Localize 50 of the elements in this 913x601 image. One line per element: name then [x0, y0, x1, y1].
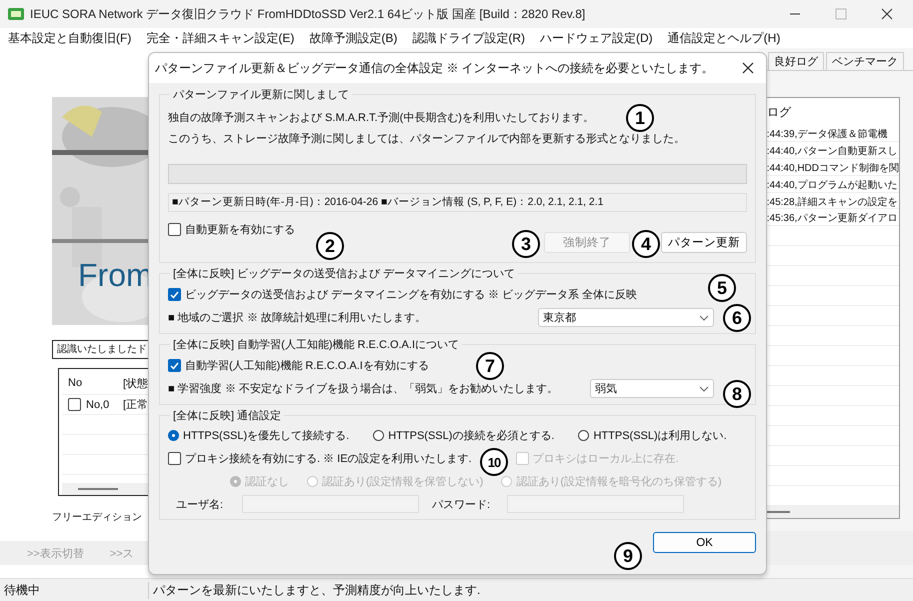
checkmark-icon	[169, 360, 180, 371]
password-label: パスワード:	[432, 498, 492, 512]
bigdata-checkbox[interactable]: ビッグデータの送受信および データマイニングを有効にする ※ ビッグデータ系 全体に反映	[168, 287, 638, 302]
chevron-down-icon	[699, 314, 709, 320]
group-title: パターンファイル更新に関しまして	[172, 88, 350, 102]
log-header: ログ	[766, 104, 792, 121]
chevron-down-icon	[699, 386, 709, 392]
ai-checkbox[interactable]: 自動学習(人工知能)機能 R.E.C.O.A.Iを有効にする	[168, 358, 429, 373]
https-radio[interactable]: HTTPS(SSL)を優先して接続する.	[168, 428, 350, 443]
https-radio[interactable]: HTTPS(SSL)の接続を必須とする.	[373, 428, 554, 443]
auto-update-checkbox[interactable]: 自動更新を有効にする	[168, 222, 295, 237]
menu-item[interactable]: 通信設定とヘルプ(H)	[668, 30, 780, 46]
tab[interactable]: ベンチマーク	[826, 52, 904, 70]
edition-label: フリーエディション	[52, 511, 143, 524]
version-info: ■パターン更新日時(年-月-日)：2016-04-26 ■バージョン情報 (S, P, F, E)：2.0, 2.1, 2.1, 2.1	[168, 193, 747, 212]
status-message: パターンを最新にいたしますと、予測精度が向上いたします.	[152, 582, 480, 599]
https-radio[interactable]: HTTPS(SSL)は利用しない.	[578, 428, 727, 443]
checkmark-icon	[169, 289, 180, 300]
region-label: ■ 地域のご選択 ※ 故障統計処理に利用いたします。	[168, 310, 426, 325]
ok-button[interactable]: OK	[653, 532, 756, 553]
column-header: No	[67, 377, 84, 389]
strength-dropdown[interactable]: 弱気	[590, 379, 714, 398]
scrollbar[interactable]	[62, 483, 148, 495]
dialog-title: パターンファイル更新＆ビッグデータ通信の全体設定 ※ インターネットへの接続を必要といたします。	[155, 60, 714, 76]
table-cell: No,0	[86, 398, 110, 410]
window-title: IEUC SORA Network データ復旧クラウド FromHDDtoSSD Ver2.1 64ビット版 国産 [Build：2820 Rev.8]	[30, 6, 586, 22]
pattern-update-button[interactable]: パターン更新	[661, 232, 747, 253]
username-label: ユーザ名:	[175, 498, 224, 512]
column-header: [状態	[122, 376, 148, 390]
group-title: [全体に反映] 通信設定	[172, 408, 282, 423]
strength-label: ■ 学習強度 ※ 不安定なドライブを扱う場合は、「弱気」をお勧めいたします。	[168, 382, 558, 396]
menu-item[interactable]: 完全・詳細スキャン設定(E)	[146, 30, 294, 46]
row-checkbox[interactable]	[68, 398, 81, 411]
menu-item[interactable]: 基本設定と自動復旧(F)	[8, 30, 132, 46]
description-text: このうち、ストレージ故障予測に関しましては、パターンファイルで内部を更新する形式となりました。	[168, 132, 685, 146]
app-icon	[8, 7, 24, 21]
table-cell-text: [正常	[122, 398, 148, 412]
close-icon[interactable]	[881, 8, 893, 20]
menu-item[interactable]: 故障予測設定(B)	[309, 30, 398, 46]
menu-item[interactable]: ハードウェア設定(D)	[540, 30, 653, 46]
group-title: [全体に反映] 自動学習(人工知能)機能 R.E.C.O.A.Iについて	[172, 338, 460, 352]
drive-field: 認識いたしましたド	[52, 340, 148, 359]
tab[interactable]: 良好ログ	[768, 52, 824, 70]
region-dropdown[interactable]: 東京都	[538, 308, 714, 327]
group-title: [全体に反映] ビッグデータの送受信および データマイニングについて	[172, 266, 516, 281]
status-text: 待機中	[0, 582, 149, 599]
proxy-checkbox[interactable]: プロキシ接続を有効にする. ※ IEの設定を利用いたします.	[168, 451, 472, 466]
menu-item[interactable]: 認識ドライブ設定(R)	[412, 30, 525, 46]
close-icon[interactable]	[742, 62, 754, 74]
description-text: 独自の故障予測スキャンおよび S.M.A.R.T.予測(中長期含む)を利用いたしております。	[168, 110, 594, 125]
